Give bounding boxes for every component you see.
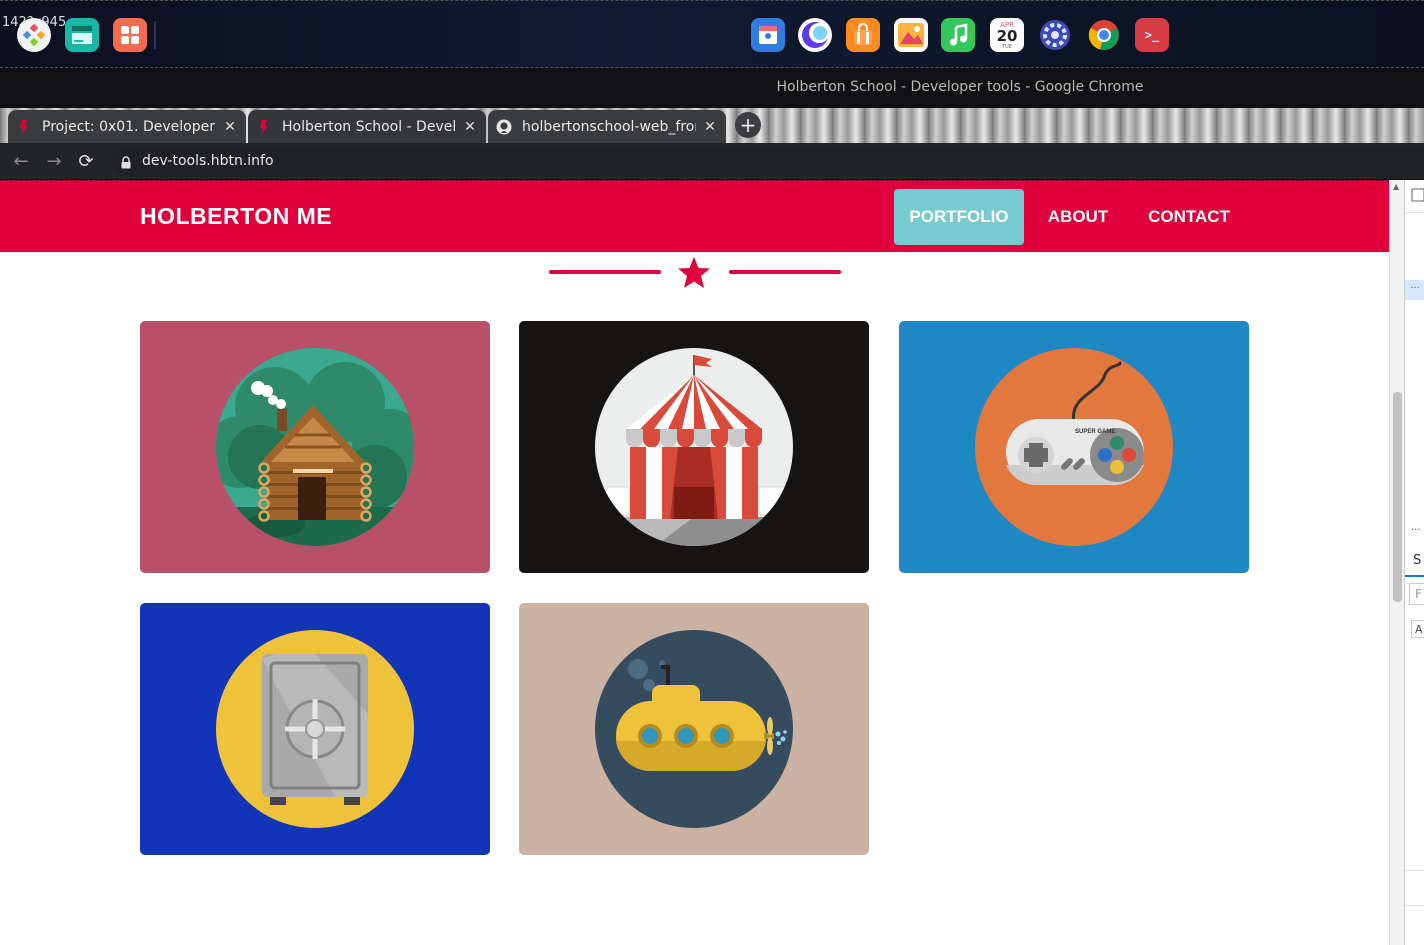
devtools-filter-letter: F <box>1415 587 1422 601</box>
photos-icon[interactable] <box>894 18 928 52</box>
devtools-panel: ... ... S F A <box>1404 180 1424 945</box>
nav-portfolio[interactable]: PORTFOLIO <box>894 189 1024 245</box>
holberton-favicon-icon <box>16 119 32 135</box>
calendar-icon[interactable]: APR 20 TUE <box>990 18 1024 52</box>
calendar-weekday: TUE <box>1002 43 1012 50</box>
files-icon[interactable] <box>65 18 99 52</box>
portfolio-item-circus-tent[interactable] <box>519 321 869 573</box>
terminal-icon[interactable]: >_ <box>1135 18 1169 52</box>
chrome-icon[interactable] <box>1087 18 1121 52</box>
page-viewport: HOLBERTON ME PORTFOLIO ABOUT CONTACT SUP… <box>0 180 1389 945</box>
devtools-tab-letter: S <box>1413 553 1422 568</box>
forward-button[interactable]: → <box>43 150 65 172</box>
url-text: dev-tools.hbtn.info <box>142 153 274 169</box>
safe-icon <box>216 630 414 828</box>
devtools-filter-input[interactable]: F <box>1409 583 1424 605</box>
device-toolbar-icon[interactable] <box>1411 188 1424 202</box>
github-icon <box>496 119 512 135</box>
tab-title: holbertonschool-web_fron <box>522 118 696 135</box>
tab-project[interactable]: Project: 0x01. Developer to ✕ <box>8 110 246 143</box>
devtools-divider <box>1405 905 1424 906</box>
music-icon[interactable] <box>941 18 975 52</box>
tab-title: Holberton School - Develo <box>282 118 456 135</box>
game-controller-icon: SUPER GAME <box>975 348 1173 546</box>
window-title: Holberton School - Developer tools - Goo… <box>776 79 1144 95</box>
terminal-glyph: >_ <box>1144 28 1160 42</box>
tab-devtools[interactable]: Holberton School - Develo ✕ <box>248 110 486 143</box>
divider-line-left <box>549 270 661 274</box>
back-button[interactable]: ← <box>10 150 32 172</box>
tab-github[interactable]: holbertonschool-web_fron ✕ <box>488 110 726 143</box>
scroll-thumb[interactable] <box>1393 392 1402 602</box>
holberton-favicon-icon <box>256 119 272 135</box>
star-icon <box>678 257 710 288</box>
settings-icon[interactable] <box>1038 18 1072 52</box>
lock-icon <box>121 154 131 173</box>
portfolio-item-submarine[interactable] <box>519 603 869 855</box>
divider-line-right <box>729 270 841 274</box>
devtools-tab-styles[interactable]: S <box>1405 545 1424 577</box>
page-scrollbar[interactable]: ▲ <box>1389 180 1404 945</box>
portfolio-item-safe[interactable] <box>140 603 490 855</box>
launcher-icon[interactable] <box>17 18 51 52</box>
controller-label: SUPER GAME <box>1075 429 1115 435</box>
desktop-top-bar: 142?x945 APR 20 TUE >_ <box>0 0 1424 68</box>
dock-separator <box>154 21 156 49</box>
window-titlebar: Holberton School - Developer tools - Goo… <box>0 68 1424 108</box>
portfolio-item-game-controller[interactable]: SUPER GAME <box>899 321 1249 573</box>
cabin-icon <box>216 348 414 546</box>
portfolio-item-cabin[interactable] <box>140 321 490 573</box>
reload-button[interactable]: ⟳ <box>75 150 97 172</box>
calendar-day: 20 <box>996 26 1018 45</box>
shopping-bag-icon[interactable] <box>846 18 880 52</box>
close-icon[interactable]: ✕ <box>462 119 478 135</box>
address-bar[interactable]: dev-tools.hbtn.info <box>112 146 1424 177</box>
store-icon[interactable] <box>751 18 785 52</box>
close-icon[interactable]: ✕ <box>702 119 718 135</box>
devtools-ellipsis-2[interactable]: ... <box>1411 522 1421 533</box>
scroll-up-icon[interactable]: ▲ <box>1393 182 1399 191</box>
site-navbar: HOLBERTON ME PORTFOLIO ABOUT CONTACT <box>0 180 1389 252</box>
new-tab-button[interactable]: + <box>735 112 761 138</box>
tab-strip: Project: 0x01. Developer to ✕ Holberton … <box>0 108 1424 143</box>
circus-tent-icon <box>595 348 793 546</box>
nav-contact[interactable]: CONTACT <box>1134 189 1244 245</box>
submarine-icon <box>595 630 793 828</box>
nav-about[interactable]: ABOUT <box>1034 189 1122 245</box>
apps-grid-icon[interactable] <box>113 18 147 52</box>
tab-title: Project: 0x01. Developer to <box>42 118 216 135</box>
devtools-divider <box>1405 870 1424 871</box>
browser-orb-icon[interactable] <box>798 18 832 52</box>
devtools-ellipsis[interactable]: ... <box>1405 280 1424 300</box>
close-icon[interactable]: ✕ <box>222 119 238 135</box>
devtools-add-letter: A <box>1415 623 1423 636</box>
site-brand[interactable]: HOLBERTON ME <box>140 203 332 230</box>
devtools-add-button[interactable]: A <box>1411 620 1424 638</box>
browser-toolbar: ← → ⟳ dev-tools.hbtn.info <box>0 143 1424 180</box>
devtools-toolbar <box>1405 180 1424 213</box>
